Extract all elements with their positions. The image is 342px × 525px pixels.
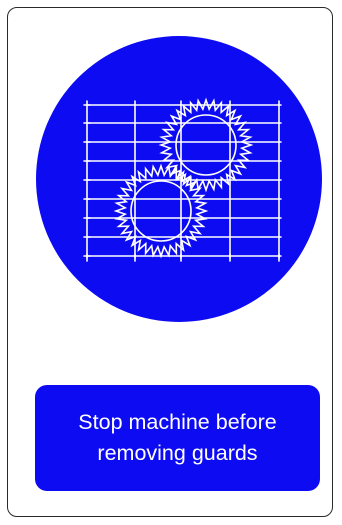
caption-text: Stop machine before removing guards xyxy=(78,410,277,465)
safety-sign: Stop machine before removing guards xyxy=(7,7,333,517)
machine-guard-gears-icon xyxy=(36,36,322,322)
caption-box: Stop machine before removing guards xyxy=(35,385,320,491)
